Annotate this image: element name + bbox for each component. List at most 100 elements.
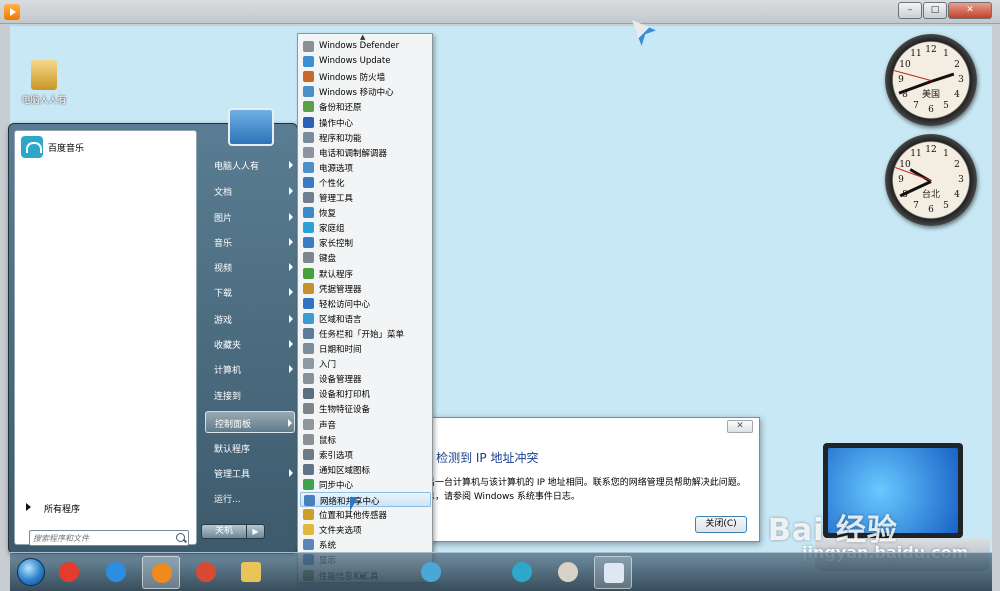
start-search-box[interactable]: [29, 530, 189, 546]
control-panel-item[interactable]: 文件夹选项: [300, 522, 431, 537]
control-panel-item[interactable]: Windows Defender: [300, 39, 431, 54]
start-menu-item[interactable]: 默认程序: [205, 437, 295, 459]
start-menu-item[interactable]: 连接到: [205, 384, 295, 406]
start-menu-item[interactable]: 音乐: [205, 231, 295, 253]
search-icon[interactable]: [176, 533, 185, 542]
user-account-picture[interactable]: [228, 108, 274, 146]
control-panel-item[interactable]: 默认程序: [300, 266, 431, 281]
dialog-message-line: 息，请参阅 Windows 系统事件日志。: [426, 492, 580, 502]
control-panel-item[interactable]: 索引选项: [300, 447, 431, 462]
control-panel-item[interactable]: 家长控制: [300, 235, 431, 250]
start-menu-item[interactable]: 下载: [205, 281, 295, 303]
control-panel-item[interactable]: 凭据管理器: [300, 281, 431, 296]
control-panel-item[interactable]: 键盘: [300, 250, 431, 265]
control-panel-submenu[interactable]: ▲ Windows Defender Windows Update Windows …: [297, 33, 433, 583]
minimize-button[interactable]: –: [898, 2, 922, 19]
shutdown-options-button[interactable]: ▶: [247, 524, 265, 539]
control-panel-item[interactable]: 位置和其他传感器: [300, 507, 431, 522]
control-panel-item[interactable]: Windows 移动中心: [300, 84, 431, 99]
control-panel-item[interactable]: 同步中心: [300, 477, 431, 492]
program-item-baidu-music[interactable]: 百度音乐: [18, 134, 193, 160]
control-panel-item[interactable]: 任务栏和「开始」菜单: [300, 326, 431, 341]
taskbar-button[interactable]: [97, 556, 135, 589]
clock-numeral: 12: [925, 145, 937, 155]
control-panel-item[interactable]: 家庭组: [300, 220, 431, 235]
taskbar-button[interactable]: [50, 556, 88, 589]
start-menu-item[interactable]: 控制面板: [205, 411, 295, 433]
clock-numeral: 9: [898, 175, 904, 185]
media-player-icon: [152, 563, 172, 583]
ip-conflict-dialog[interactable]: ✕ s 检测到 IP 地址冲突 吕一台计算机与该计算机的 IP 地址相同。联系您…: [405, 417, 760, 542]
start-menu[interactable]: 百度音乐 所有程序 电脑人人有文档图片音乐视频下载游戏收藏夹计算机连接到控制面板…: [8, 123, 298, 554]
submenu-arrow-icon: [289, 288, 293, 296]
control-panel-item-label: 家庭组: [319, 224, 345, 235]
control-panel-item[interactable]: 电源选项: [300, 160, 431, 175]
control-panel-item[interactable]: 区域和语言: [300, 311, 431, 326]
all-programs-button[interactable]: 所有程序: [18, 499, 193, 517]
shutdown-button[interactable]: 关机: [201, 524, 247, 539]
control-panel-item[interactable]: 备份和还原: [300, 99, 431, 114]
start-menu-item[interactable]: 文档: [205, 180, 295, 202]
control-panel-item[interactable]: 设备管理器: [300, 371, 431, 386]
control-panel-item[interactable]: 管理工具: [300, 190, 431, 205]
clock-gadget-taipei[interactable]: 121234567891011 台北: [885, 134, 977, 226]
control-panel-item[interactable]: 系统: [300, 537, 431, 552]
submenu-arrow-icon: [289, 238, 293, 246]
dialog-close-action-button[interactable]: 关闭(C): [695, 516, 747, 533]
control-panel-item-label: 备份和还原: [319, 103, 362, 114]
control-panel-item-label: 声音: [319, 420, 337, 431]
start-menu-item[interactable]: 游戏: [205, 308, 295, 330]
start-menu-item[interactable]: 收藏夹: [205, 333, 295, 355]
start-menu-item[interactable]: 电脑人人有: [205, 154, 295, 176]
control-panel-item[interactable]: Windows 防火墙: [300, 69, 431, 84]
control-panel-item-label: 个性化: [319, 178, 345, 189]
taskbar-button[interactable]: [187, 556, 225, 589]
start-menu-item[interactable]: 计算机: [205, 358, 295, 380]
submenu-arrow-icon: [289, 161, 293, 169]
control-panel-item[interactable]: Windows Update: [300, 54, 431, 69]
desktop-icon-user-folder[interactable]: 电脑人人有: [14, 60, 74, 106]
control-panel-item[interactable]: 入门: [300, 356, 431, 371]
taskbar-button[interactable]: [412, 556, 450, 589]
control-panel-item-label: Windows Defender: [319, 41, 400, 51]
control-panel-item-label: 恢复: [319, 209, 337, 220]
start-menu-item[interactable]: 视频: [205, 256, 295, 278]
control-panel-item[interactable]: 设备和打印机: [300, 386, 431, 401]
clock-gadget-us[interactable]: 12 1 2 3 4 5 6 7 8 9 10 11 美国: [885, 34, 977, 126]
taskbar-button[interactable]: [142, 556, 180, 589]
control-panel-item[interactable]: 操作中心: [300, 115, 431, 130]
submenu-arrow-icon: [289, 469, 293, 477]
maximize-button[interactable]: □: [923, 2, 947, 19]
control-panel-item[interactable]: 程序和功能: [300, 130, 431, 145]
baidu-music-icon: [512, 562, 532, 582]
control-panel-item[interactable]: 电话和调制解调器: [300, 145, 431, 160]
control-panel-item[interactable]: 通知区域图标: [300, 462, 431, 477]
taskbar-button[interactable]: [503, 556, 541, 589]
control-panel-item-icon: [303, 176, 314, 188]
control-panel-item[interactable]: 鼠标: [300, 432, 431, 447]
taskbar-button[interactable]: [549, 556, 587, 589]
dialog-close-button[interactable]: ✕: [727, 420, 753, 433]
control-panel-item-icon: [303, 312, 314, 324]
all-programs-label: 所有程序: [44, 505, 81, 515]
close-window-button[interactable]: ✕: [948, 2, 992, 19]
control-panel-item[interactable]: 个性化: [300, 175, 431, 190]
pinwheel-app-icon: [421, 562, 441, 582]
start-menu-item[interactable]: 图片: [205, 206, 295, 228]
control-panel-item[interactable]: 恢复: [300, 205, 431, 220]
search-input[interactable]: [33, 532, 171, 544]
control-panel-item[interactable]: 声音: [300, 417, 431, 432]
taskbar-button[interactable]: [232, 556, 270, 589]
taskbar-button[interactable]: [594, 556, 632, 589]
player-title-bar[interactable]: – □ ✕: [0, 0, 1000, 24]
control-panel-item[interactable]: 生物特征设备: [300, 401, 431, 416]
control-panel-item[interactable]: 日期和时间: [300, 341, 431, 356]
start-menu-item-label: 视频: [214, 264, 233, 274]
taskbar[interactable]: [10, 552, 992, 591]
control-panel-item[interactable]: 轻松访问中心: [300, 296, 431, 311]
control-panel-item[interactable]: 网络和共享中心: [300, 492, 431, 507]
start-menu-item-label: 计算机: [214, 366, 242, 376]
start-menu-item[interactable]: 管理工具: [205, 462, 295, 484]
start-menu-item[interactable]: 运行...: [205, 487, 295, 509]
start-button[interactable]: [12, 554, 50, 591]
